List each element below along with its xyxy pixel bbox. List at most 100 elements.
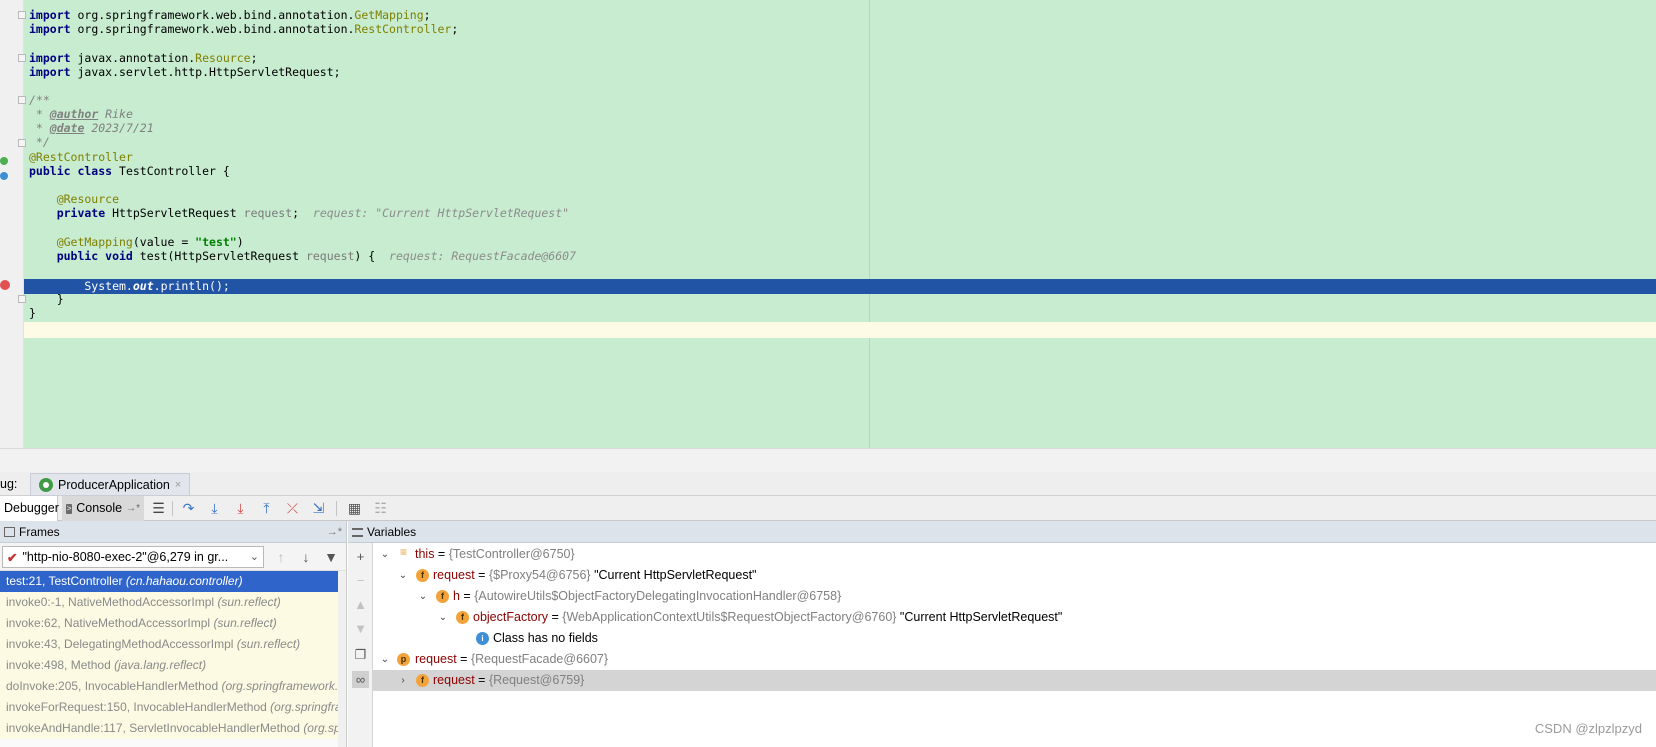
spring-bean-icon[interactable] (0, 157, 8, 165)
variable-row[interactable]: ⌄ p request = {RequestFacade@6607} (373, 649, 1656, 670)
arrow-up-icon[interactable]: ↑ (272, 548, 290, 566)
frames-icon (4, 527, 15, 537)
step-into-icon[interactable]: ⤓ (206, 500, 223, 517)
doc-tag: @date (49, 121, 85, 135)
close-icon[interactable]: × (175, 479, 181, 491)
chevron-down-icon[interactable]: ⌄ (417, 586, 429, 607)
frames-header: Frames →* (0, 521, 346, 543)
step-out-icon[interactable]: ⤒ (258, 500, 275, 517)
object-icon: ≡ (399, 545, 407, 559)
frame-item[interactable]: invokeAndHandle:117, ServletInvocableHan… (0, 718, 346, 739)
chevron-down-icon[interactable]: ⌄ (437, 607, 449, 628)
frame-item[interactable]: invoke:498, Method (java.lang.reflect) (0, 655, 346, 676)
variable-row[interactable]: ⌄ f objectFactory = {WebApplicationConte… (373, 607, 1656, 628)
fold-marker[interactable] (18, 54, 26, 62)
code-line: @GetMapping(value = "test") (29, 235, 244, 250)
frames-scrollbar[interactable] (338, 571, 346, 747)
pin-icon[interactable]: →* (126, 496, 140, 521)
code-line: import org.springframework.web.bind.anno… (29, 22, 458, 37)
move-down-icon[interactable]: ▼ (352, 620, 369, 637)
move-up-icon[interactable]: ▲ (352, 596, 369, 613)
run-config-tab[interactable]: ProducerApplication × (30, 473, 191, 496)
caret-line[interactable] (24, 322, 1656, 338)
frame-method: invoke:43, DelegatingMethodAccessorImpl (6, 637, 237, 651)
console-icon: > (66, 503, 73, 514)
implemented-icon[interactable] (0, 172, 8, 180)
tab-console[interactable]: > Console →* (62, 496, 144, 521)
trace-icon[interactable]: ☷ (372, 500, 389, 517)
filter-icon[interactable]: ▼ (322, 548, 340, 566)
annotation-args: (value = (132, 235, 196, 249)
code-line: * @date 2023/7/21 (29, 121, 154, 136)
frame-method: doInvoke:205, InvocableHandlerMethod (6, 679, 222, 693)
variables-panel: Variables + − ▲ ▼ ❐ ∞ ⌄ ≡ this = {TestCo… (348, 521, 1656, 747)
drop-frame-icon[interactable]: ⤫ (284, 500, 301, 517)
variable-row[interactable]: ⌄ ≡ this = {TestController@6750} (373, 544, 1656, 565)
code-line: } (29, 292, 64, 307)
list-icon (352, 528, 363, 537)
remove-watch-icon[interactable]: − (352, 572, 369, 589)
var-type: {TestController@6750} (448, 547, 575, 561)
package-text: org.springframework.web.bind.annotation. (70, 8, 355, 22)
chevron-down-icon[interactable]: ⌄ (397, 565, 409, 586)
code-text: } (29, 306, 36, 320)
variable-row[interactable]: › f request = {Request@6759} (373, 670, 1656, 691)
pin-icon[interactable]: →* (327, 521, 342, 543)
frame-method: test:21, TestController (6, 574, 126, 588)
code-line: import org.springframework.web.bind.anno… (29, 8, 431, 23)
tab-debugger[interactable]: Debugger (0, 496, 59, 521)
run-to-cursor-icon[interactable]: ⇲ (310, 500, 327, 517)
evaluate-expression-icon[interactable]: ▦ (346, 500, 363, 517)
arrow-down-icon[interactable]: ↓ (297, 548, 315, 566)
chevron-right-icon[interactable]: › (397, 670, 409, 691)
editor-status-strip (0, 448, 1656, 472)
force-step-into-icon[interactable]: ⤓ (232, 500, 249, 517)
code-text: .println(); (153, 279, 230, 293)
code-editor[interactable]: import org.springframework.web.bind.anno… (0, 0, 1656, 448)
var-eq: = (434, 547, 449, 561)
var-eq: = (474, 673, 489, 687)
param-name: request (305, 249, 355, 263)
annotation: @GetMapping (29, 235, 133, 249)
frame-package: (sun.reflect) (213, 616, 277, 630)
fold-marker[interactable] (18, 139, 26, 147)
annotation: @RestController (29, 150, 133, 164)
frame-item[interactable]: invokeForRequest:150, InvocableHandlerMe… (0, 697, 346, 718)
class-decl: TestController { (112, 164, 230, 178)
inline-debug-value: request: "Current HttpServletRequest" (299, 206, 570, 220)
code-line: import javax.annotation.Resource; (29, 51, 258, 66)
watches-glasses-icon[interactable]: ∞ (352, 671, 369, 688)
var-eq: = (474, 568, 489, 582)
frame-item[interactable]: invoke:43, DelegatingMethodAccessorImpl … (0, 634, 346, 655)
frame-item[interactable]: doInvoke:205, InvocableHandlerMethod (or… (0, 676, 346, 697)
copy-icon[interactable]: ❐ (352, 646, 369, 663)
variable-row[interactable]: ⌄ f request = {$Proxy54@6756} "Current H… (373, 565, 1656, 586)
thread-select[interactable]: ✔ "http-nio-8080-exec-2"@6,279 in gr... … (2, 546, 264, 568)
fold-marker[interactable] (18, 295, 26, 303)
editor-gutter[interactable] (0, 0, 26, 448)
toolbar-separator (336, 501, 337, 516)
var-type: {AutowireUtils$ObjectFactoryDelegatingIn… (474, 589, 842, 603)
var-type: {WebApplicationContextUtils$RequestObjec… (562, 610, 897, 624)
keyword: import (29, 65, 71, 79)
var-eq: = (548, 610, 563, 624)
breakpoint-icon[interactable] (0, 280, 10, 290)
field-icon: f (436, 590, 449, 603)
frame-item[interactable]: test:21, TestController (cn.hahaou.contr… (0, 571, 346, 592)
chevron-down-icon[interactable]: ⌄ (379, 649, 391, 670)
step-over-icon[interactable]: ↷ (180, 500, 197, 517)
fold-marker[interactable] (18, 11, 26, 19)
thread-name: "http-nio-8080-exec-2"@6,279 in gr... (22, 550, 229, 564)
frame-item[interactable]: invoke:62, NativeMethodAccessorImpl (sun… (0, 613, 346, 634)
variable-row[interactable]: ⌄ f h = {AutowireUtils$ObjectFactoryDele… (373, 586, 1656, 607)
keyword: private (29, 206, 106, 220)
package-text: javax.servlet.http.HttpServletRequest; (70, 65, 341, 79)
frame-item[interactable]: invoke0:-1, NativeMethodAccessorImpl (su… (0, 592, 346, 613)
add-watch-icon[interactable]: + (352, 548, 369, 565)
current-execution-line[interactable]: System.out.println(); (24, 279, 1656, 294)
fold-marker[interactable] (18, 96, 26, 104)
menu-icon[interactable]: ☰ (150, 500, 167, 517)
comment: * (29, 107, 50, 121)
chevron-down-icon[interactable]: ⌄ (379, 544, 391, 565)
comment: Rike (98, 107, 133, 121)
